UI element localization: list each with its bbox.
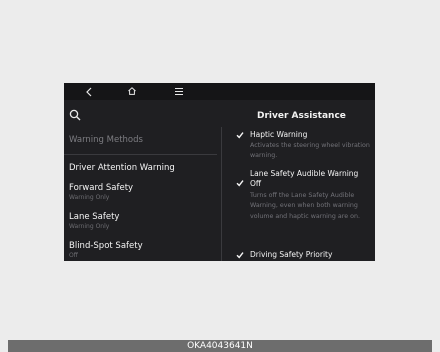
option-label: Driving Safety Priority	[250, 250, 333, 259]
menu-item-blind-spot-safety[interactable]: Blind-Spot Safety Off	[69, 241, 143, 259]
chevron-left-icon	[86, 87, 92, 97]
search-icon[interactable]	[69, 109, 81, 121]
option-description: Turns off the Lane Safety Audible Warnin…	[250, 192, 360, 220]
home-icon	[128, 87, 136, 95]
option-label: Lane Safety Audible Warning Off	[250, 169, 359, 188]
menu-item-status: Warning Only	[69, 223, 110, 230]
back-button[interactable]	[80, 83, 98, 100]
menu-divider	[64, 154, 217, 155]
home-button[interactable]	[124, 83, 142, 100]
page-title: Driver Assistance	[257, 111, 346, 121]
column-divider	[221, 127, 222, 261]
menu-item-label: Forward Safety	[69, 183, 134, 193]
menu-item-label: Driver Attention Warning	[69, 163, 175, 173]
option-label: Haptic Warning	[250, 130, 308, 139]
checkmark-icon[interactable]	[236, 251, 244, 259]
menu-item-label: Lane Safety	[69, 212, 120, 222]
checkmark-icon[interactable]	[236, 131, 244, 139]
menu-item-label: Blind-Spot Safety	[69, 241, 143, 251]
menu-icon	[175, 88, 183, 95]
top-bar	[64, 83, 375, 100]
image-caption: OKA4043641N	[8, 340, 432, 352]
display-screen: Driver Assistance Warning Methods Driver…	[64, 83, 375, 261]
menu-item-lane-safety[interactable]: Lane Safety Warning Only	[69, 212, 119, 230]
checkmark-icon[interactable]	[236, 179, 244, 187]
menu-button[interactable]	[170, 83, 188, 100]
menu-item-status: Off	[69, 252, 78, 259]
menu-item-status: Warning Only	[69, 194, 110, 201]
option-description: Activates the steering wheel vibration w…	[250, 142, 370, 160]
section-label-warning-methods: Warning Methods	[69, 135, 143, 145]
menu-item-driver-attention-warning[interactable]: Driver Attention Warning	[69, 163, 175, 173]
menu-item-forward-safety[interactable]: Forward Safety Warning Only	[69, 183, 133, 201]
